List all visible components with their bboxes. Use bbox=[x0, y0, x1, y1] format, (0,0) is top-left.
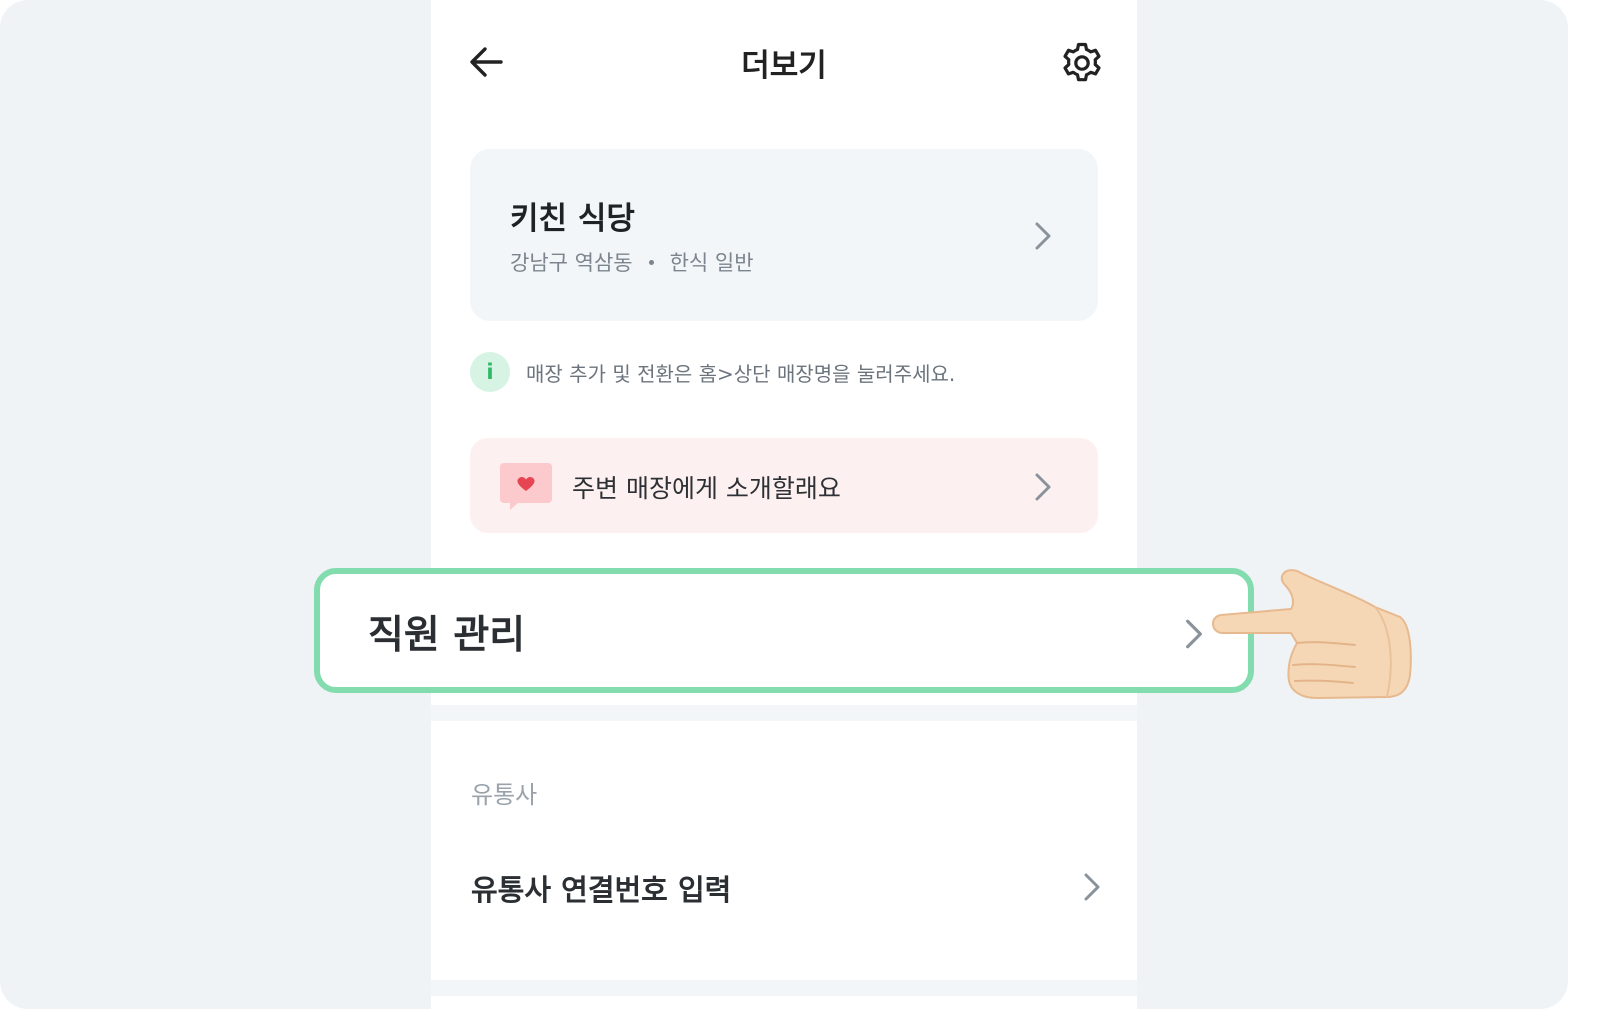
info-icon: i bbox=[470, 352, 510, 392]
gear-icon bbox=[1063, 42, 1101, 82]
distributor-connect-row[interactable]: 유통사 연결번호 입력 bbox=[431, 835, 1137, 935]
store-card[interactable]: 키친 식당 강남구 역삼동 한식 일반 bbox=[470, 149, 1098, 321]
settings-button[interactable] bbox=[1059, 40, 1105, 86]
distributor-section-title: 유통사 bbox=[471, 781, 538, 809]
heart-chat-icon bbox=[500, 463, 552, 510]
store-location: 강남구 역삼동 bbox=[510, 251, 633, 275]
pointing-hand-icon bbox=[1212, 569, 1412, 700]
separator-dot bbox=[648, 259, 654, 265]
store-name: 키친 식당 bbox=[510, 201, 635, 237]
staff-management-label: 직원 관리 bbox=[368, 613, 526, 658]
phone-screen: 더보기 키친 식당 강남구 역삼동 한식 일반 i 매장 추가 및 전환은 홈>… bbox=[431, 0, 1137, 1009]
chevron-right-icon bbox=[1035, 473, 1051, 501]
staff-management-row[interactable]: 직원 관리 bbox=[314, 568, 1254, 693]
top-app-bar: 더보기 bbox=[431, 0, 1137, 125]
page-title: 더보기 bbox=[741, 48, 827, 84]
chevron-right-icon bbox=[1084, 873, 1100, 901]
screen-background: 더보기 키친 식당 강남구 역삼동 한식 일반 i 매장 추가 및 전환은 홈>… bbox=[0, 0, 1568, 1009]
chevron-right-icon bbox=[1035, 222, 1051, 250]
section-divider bbox=[431, 705, 1137, 721]
store-category: 한식 일반 bbox=[669, 251, 754, 275]
chevron-right-icon bbox=[1186, 619, 1202, 649]
distributor-connect-label: 유통사 연결번호 입력 bbox=[471, 873, 732, 907]
info-text: 매장 추가 및 전환은 홈>상단 매장명을 눌러주세요. bbox=[526, 362, 956, 386]
store-subtitle: 강남구 역삼동 한식 일반 bbox=[510, 247, 754, 277]
referral-banner[interactable]: 주변 매장에게 소개할래요 bbox=[470, 438, 1098, 533]
referral-label: 주변 매장에게 소개할래요 bbox=[572, 474, 841, 503]
section-divider bbox=[431, 980, 1137, 996]
